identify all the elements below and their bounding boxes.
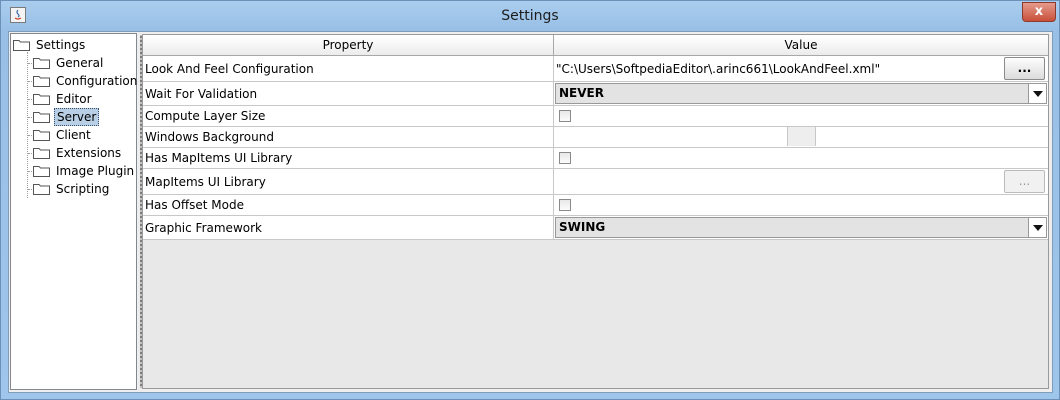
table-row[interactable]: Has Offset Mode (143, 195, 1048, 216)
property-label: Has MapItems UI Library (145, 151, 293, 165)
dropdown-value: SWING (559, 220, 606, 234)
close-button[interactable]: x (1022, 2, 1056, 22)
property-label: Has Offset Mode (145, 198, 245, 212)
column-header-property[interactable]: Property (143, 35, 554, 55)
title-bar[interactable]: Settings x (1, 1, 1059, 31)
tree-item-label: Extensions (56, 146, 122, 160)
property-cell: Windows Background (143, 127, 554, 147)
has-offset-mode-checkbox[interactable] (559, 199, 571, 211)
dropdown-button[interactable] (1028, 83, 1047, 104)
chevron-down-icon (1033, 91, 1043, 97)
dropdown-button[interactable] (1028, 217, 1047, 238)
folder-icon (33, 148, 50, 159)
chevron-down-icon (1033, 225, 1043, 231)
property-cell: Wait For Validation (143, 82, 554, 105)
folder-icon (33, 58, 50, 69)
folder-icon (33, 166, 50, 177)
folder-icon (33, 184, 50, 195)
table-row[interactable]: Look And Feel Configuration "C:\Users\So… (143, 56, 1048, 82)
tree-item-label: Client (56, 128, 91, 142)
value-cell[interactable]: ... (554, 169, 1048, 194)
settings-window: Settings x Settings General Configuratio… (0, 0, 1060, 400)
value-cell[interactable] (554, 195, 1048, 215)
dropdown-value: NEVER (559, 86, 604, 100)
folder-icon (33, 112, 50, 123)
folder-icon (13, 40, 30, 51)
tree-root-label: Settings (36, 38, 86, 52)
table-row[interactable]: MapItems UI Library ... (143, 169, 1048, 195)
property-label: MapItems UI Library (145, 174, 266, 189)
browse-button-disabled: ... (1004, 170, 1045, 193)
folder-icon (33, 130, 50, 141)
value-cell[interactable]: "C:\Users\SoftpediaEditor\.arinc661\Look… (554, 56, 1048, 81)
property-label: Wait For Validation (145, 86, 258, 101)
wait-for-validation-dropdown[interactable]: NEVER (555, 83, 1047, 104)
property-cell: Graphic Framework (143, 216, 554, 239)
tree-item-label: Editor (56, 92, 92, 106)
tree-item-label-selected: Server (54, 108, 100, 126)
settings-tree[interactable]: Settings General Configuration Editor Se… (10, 33, 137, 390)
folder-icon (33, 76, 50, 87)
close-icon: x (1034, 4, 1044, 19)
property-cell: Look And Feel Configuration (143, 56, 554, 81)
tree-item-label: Image Plugin (56, 164, 135, 178)
windows-background-color-swatch[interactable] (787, 127, 816, 146)
value-cell[interactable] (554, 127, 1048, 147)
property-label: Graphic Framework (145, 220, 262, 235)
property-label: Compute Layer Size (145, 109, 266, 123)
value-cell[interactable]: SWING (554, 216, 1048, 239)
value-cell[interactable] (554, 148, 1048, 168)
property-cell: Has MapItems UI Library (143, 148, 554, 168)
table-row[interactable]: Compute Layer Size (143, 106, 1048, 127)
column-header-value[interactable]: Value (554, 35, 1048, 55)
has-mapitems-ui-library-checkbox[interactable] (559, 152, 571, 164)
property-cell: Has Offset Mode (143, 195, 554, 215)
browse-button[interactable]: ... (1004, 57, 1045, 80)
property-cell: MapItems UI Library (143, 169, 554, 194)
tree-guide-line (27, 52, 28, 198)
table-row[interactable]: Windows Background (143, 127, 1048, 148)
tree-item-label: General (56, 56, 104, 70)
table-row[interactable]: Wait For Validation NEVER (143, 82, 1048, 106)
folder-icon (33, 94, 50, 105)
table-header: Property Value (143, 35, 1048, 56)
table-row[interactable]: Has MapItems UI Library (143, 148, 1048, 169)
property-label: Look And Feel Configuration (145, 61, 314, 76)
graphic-framework-dropdown[interactable]: SWING (555, 217, 1047, 238)
client-area: Settings General Configuration Editor Se… (8, 31, 1053, 393)
property-label: Windows Background (145, 130, 274, 144)
compute-layer-size-checkbox[interactable] (559, 110, 571, 122)
value-cell[interactable]: NEVER (554, 82, 1048, 105)
window-title: Settings (501, 8, 559, 24)
value-cell[interactable] (554, 106, 1048, 126)
properties-table: Property Value Look And Feel Configurati… (142, 34, 1049, 389)
property-cell: Compute Layer Size (143, 106, 554, 126)
tree-item-label: Configuration (56, 74, 138, 88)
look-and-feel-path[interactable]: "C:\Users\SoftpediaEditor\.arinc661\Look… (556, 62, 880, 76)
tree-item-label: Scripting (56, 182, 110, 196)
table-row[interactable]: Graphic Framework SWING (143, 216, 1048, 240)
